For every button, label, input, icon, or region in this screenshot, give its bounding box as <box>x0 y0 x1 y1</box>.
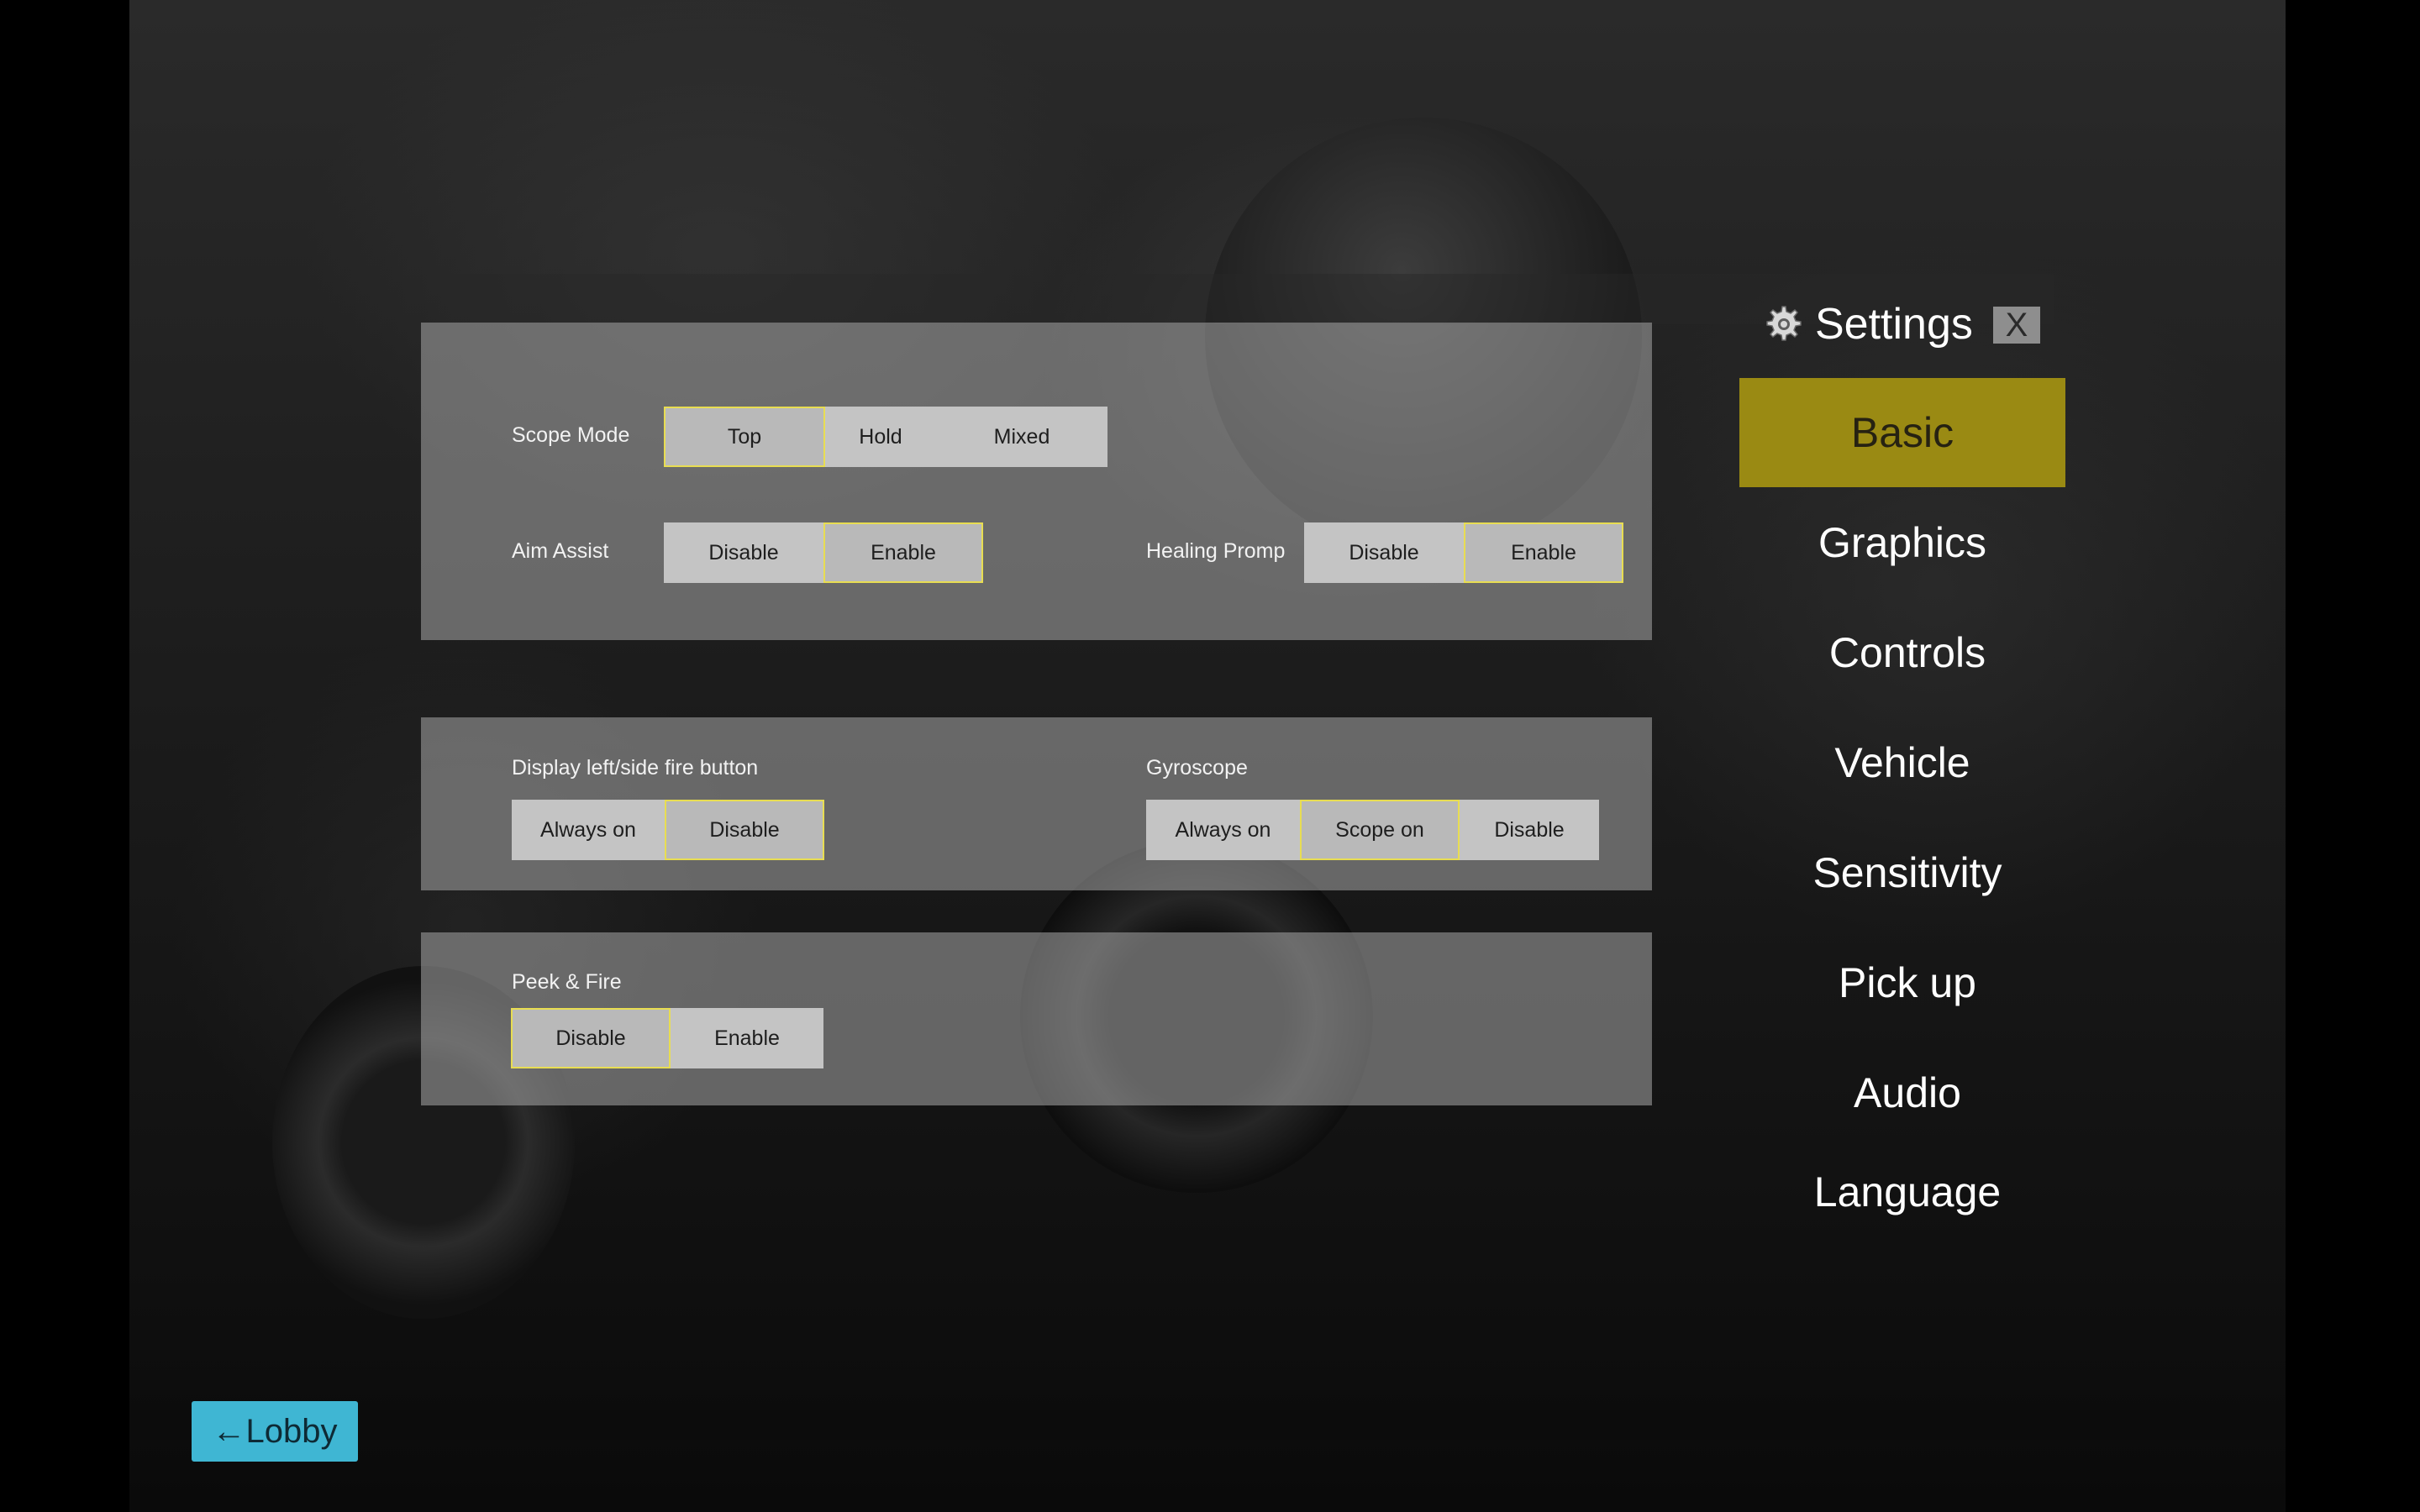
nav-item-vehicle[interactable]: Vehicle <box>1739 708 2065 817</box>
healing-prompt-disable-option[interactable]: Disable <box>1304 522 1464 583</box>
peek-fire-label: Peek & Fire <box>512 970 622 994</box>
gyroscope-always-on-option[interactable]: Always on <box>1146 800 1300 860</box>
nav-item-language[interactable]: Language <box>1744 1137 2070 1247</box>
gyroscope-label: Gyroscope <box>1146 756 1248 780</box>
peek-fire-selector: Disable Enable <box>511 1008 823 1068</box>
close-button[interactable]: X <box>1993 307 2040 344</box>
scope-mode-label: Scope Mode <box>512 423 630 447</box>
scope-mode-hold-option[interactable]: Hold <box>825 407 936 467</box>
nav-item-audio[interactable]: Audio <box>1744 1038 2070 1147</box>
healing-prompt-enable-option[interactable]: Enable <box>1464 522 1623 583</box>
lobby-button[interactable]: ←Lobby <box>192 1401 358 1462</box>
fire-button-always-on-option[interactable]: Always on <box>512 800 665 860</box>
fire-button-disable-option[interactable]: Disable <box>665 800 824 860</box>
fire-button-label: Display left/side fire button <box>512 756 759 780</box>
gyroscope-selector: Always on Scope on Disable <box>1146 800 1599 860</box>
aim-assist-selector: Disable Enable <box>664 522 983 583</box>
settings-title: Settings <box>1815 300 1973 349</box>
peek-fire-disable-option[interactable]: Disable <box>511 1008 671 1068</box>
fire-button-selector: Always on Disable <box>512 800 824 860</box>
gear-icon <box>1766 306 1802 341</box>
settings-header: Settings <box>1761 294 1973 354</box>
healing-prompt-label: Healing Promp <box>1146 539 1286 563</box>
scope-mode-selector: Top Hold Mixed <box>664 407 1107 467</box>
aim-assist-disable-option[interactable]: Disable <box>664 522 823 583</box>
aim-assist-label: Aim Assist <box>512 539 609 563</box>
gyroscope-disable-option[interactable]: Disable <box>1460 800 1599 860</box>
healing-prompt-selector: Disable Enable <box>1304 522 1623 583</box>
scope-mode-mixed-option[interactable]: Mixed <box>936 407 1107 467</box>
settings-panel-aim <box>421 323 1652 640</box>
nav-item-sensitivity[interactable]: Sensitivity <box>1744 818 2070 927</box>
scope-mode-top-option[interactable]: Top <box>664 407 825 467</box>
nav-item-controls[interactable]: Controls <box>1744 598 2070 707</box>
peek-fire-enable-option[interactable]: Enable <box>671 1008 823 1068</box>
nav-item-graphics[interactable]: Graphics <box>1739 488 2065 597</box>
aim-assist-enable-option[interactable]: Enable <box>823 522 983 583</box>
nav-item-pick-up[interactable]: Pick up <box>1744 928 2070 1037</box>
game-settings-screen: Scope Mode Top Hold Mixed Aim Assist Dis… <box>0 0 2420 1512</box>
nav-item-basic[interactable]: Basic <box>1739 378 2065 487</box>
gyroscope-scope-on-option[interactable]: Scope on <box>1300 800 1460 860</box>
